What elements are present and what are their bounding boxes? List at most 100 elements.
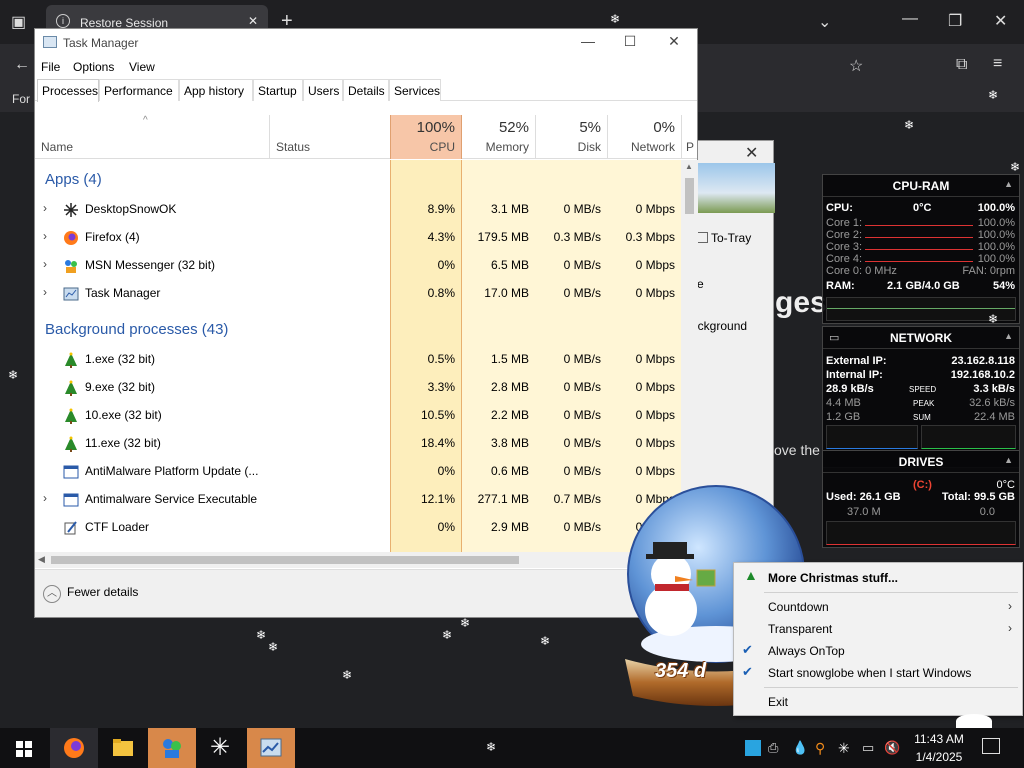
process-row[interactable]: 9.exe (32 bit) 3.3% 2.8 MB 0 MB/s 0 Mbps [35,374,681,402]
ram-label: RAM: [826,280,855,292]
bookmark-star-icon[interactable]: ☆ [849,56,863,76]
tab-details[interactable]: Details [343,79,389,101]
expand-chevron-icon[interactable]: › [43,201,47,215]
menu-countdown[interactable]: Countdown [768,600,829,614]
cpu-label: CPU [429,140,455,154]
process-row[interactable]: CTF Loader0%2.9 MB0 MB/s0 Mbps [35,514,681,542]
core-value: 100.0% [977,217,1015,229]
process-row[interactable]: › MSN Messenger (32 bit) 0% 6.5 MB 0 MB/s 0 M… [35,252,681,280]
expand-chevron-icon[interactable]: › [43,285,47,299]
taskbar-msn[interactable] [148,728,196,768]
process-memory: 3.8 MB [490,436,529,450]
process-name: DesktopSnowOK [85,202,177,216]
process-row[interactable]: › DesktopSnowOK 8.9% 3.1 MB 0 MB/s 0 Mbps [35,196,681,224]
process-network: 0 Mbps [635,352,675,366]
tab-users[interactable]: Users [303,79,343,101]
app-window-icon [63,492,79,508]
extensions-icon[interactable]: ⧉ [956,56,967,74]
scroll-thumb[interactable] [685,178,694,214]
tab-overflow-icon[interactable]: ⌄ [818,12,831,32]
tm-horizontal-scrollbar[interactable]: ◀ ▶ [35,552,681,568]
menu-exit[interactable]: Exit [768,695,788,709]
expand-chevron-icon[interactable]: › [43,257,47,271]
process-row[interactable]: 11.exe (32 bit) 18.4% 3.8 MB 0 MB/s 0 Mbps [35,430,681,458]
minimize-icon[interactable]: — [902,10,918,28]
scroll-left-icon[interactable]: ◀ [38,554,45,565]
taskbar-clock[interactable]: 11:43 AM 1/4/2025 [900,732,978,764]
col-disk[interactable]: 5% Disk [535,115,607,159]
fewer-details-button[interactable]: ︿ Fewer details [43,585,138,603]
tm-minimize-icon[interactable]: — [573,33,603,49]
start-button[interactable] [0,728,48,768]
process-network: 0 Mbps [635,258,675,272]
taskbar-file-explorer[interactable] [99,728,147,768]
process-row[interactable]: › Antimalware Service Executable 12.1% 277.… [35,486,681,514]
tray-printer-icon[interactable]: ⎙ [768,740,784,756]
menu-file[interactable]: File [41,60,60,74]
tray-app-icon[interactable] [745,740,761,756]
notification-icon[interactable] [982,738,1000,754]
snowflake-decoration-icon: ❄ [486,740,497,754]
menu-transparent[interactable]: Transparent [768,622,832,636]
xmas-tree-icon [63,408,79,424]
bookmark-item[interactable]: For [12,92,30,106]
col-status[interactable]: Status [269,115,390,159]
expand-chevron-icon[interactable]: › [43,229,47,243]
process-row[interactable]: › Task Manager 0.8% 17.0 MB 0 MB/s 0 Mbps [35,280,681,308]
tray-volume-muted-icon[interactable]: 🔇 [884,740,900,756]
col-network[interactable]: 0% Network [607,115,681,159]
col-power[interactable]: P [681,115,697,159]
process-row[interactable]: AntiMalware Platform Update (... 0% 0.6 MB… [35,458,681,486]
menu-more-christmas[interactable]: More Christmas stuff... [768,571,898,585]
process-cpu: 0% [437,258,455,272]
col-name[interactable]: Name [35,115,269,159]
tray-snowflake-icon[interactable]: ✳ [838,740,854,756]
close-window-icon[interactable]: ✕ [994,11,1007,31]
tab-processes[interactable]: Processes [37,79,99,102]
menu-always-ontop[interactable]: Always OnTop [768,644,845,658]
process-cpu: 0.8% [427,286,455,300]
gadget-collapse-icon[interactable]: ▲ [1004,331,1013,341]
tm-maximize-icon[interactable]: ☐ [615,33,645,50]
tm-close-icon[interactable]: ✕ [659,33,689,50]
maximize-icon[interactable]: ❐ [948,11,962,31]
process-name: 9.exe (32 bit) [85,380,156,394]
taskbar-task-manager[interactable] [247,728,295,768]
expand-chevron-icon[interactable]: › [43,491,47,505]
tab-performance[interactable]: Performance [99,79,179,101]
process-row[interactable]: › Firefox (4) 4.3% 179.5 MB 0.3 MB/s 0.3 Mbps [35,224,681,252]
scroll-up-icon[interactable]: ▲ [685,162,693,171]
to-tray-button[interactable]: To-Tray [697,231,751,245]
taskbar-desktopsnow[interactable]: ✳ [198,728,246,768]
tab-app-history[interactable]: App history [179,79,253,101]
back-icon[interactable]: ← [14,56,30,74]
col-memory[interactable]: 52% Memory [462,115,535,159]
tab-startup[interactable]: Startup [253,79,303,101]
hscroll-thumb[interactable] [51,556,519,564]
menu-view[interactable]: View [129,60,155,74]
task-manager-icon [43,36,57,48]
process-row[interactable]: 10.exe (32 bit) 10.5% 2.2 MB 0 MB/s 0 Mbps [35,402,681,430]
gadget-collapse-icon[interactable]: ▲ [1004,455,1013,465]
dialog-close-icon[interactable]: ✕ [745,143,758,163]
xmas-tree-icon [63,436,79,452]
tray-search-icon[interactable]: ⚲ [815,740,831,756]
menu-start-with-windows[interactable]: Start snowglobe when I start Windows [768,666,971,680]
tab-close-icon[interactable]: ✕ [248,14,258,28]
cpu-label: CPU: [826,202,853,214]
monitor-icon: ▭ [829,332,840,344]
menu-options[interactable]: Options [73,60,114,74]
gadget-collapse-icon[interactable]: ▲ [1004,179,1013,189]
tab-services[interactable]: Services [389,79,441,101]
tray-network-icon[interactable]: ▭ [862,740,878,756]
menu-icon[interactable]: ≡ [993,55,1002,73]
tray-drop-icon[interactable]: 💧 [792,740,808,756]
process-disk: 0 MB/s [563,202,601,216]
christmas-tree-icon: ▲ [744,567,758,583]
tab-list-icon[interactable]: ▣ [11,12,26,32]
tm-titlebar[interactable]: Task Manager — ☐ ✕ [35,29,697,57]
process-memory: 0.6 MB [490,464,529,478]
col-cpu[interactable]: 100% CPU [390,115,462,159]
taskbar-firefox[interactable] [50,728,98,768]
process-row[interactable]: 1.exe (32 bit) 0.5% 1.5 MB 0 MB/s 0 Mbps [35,346,681,374]
